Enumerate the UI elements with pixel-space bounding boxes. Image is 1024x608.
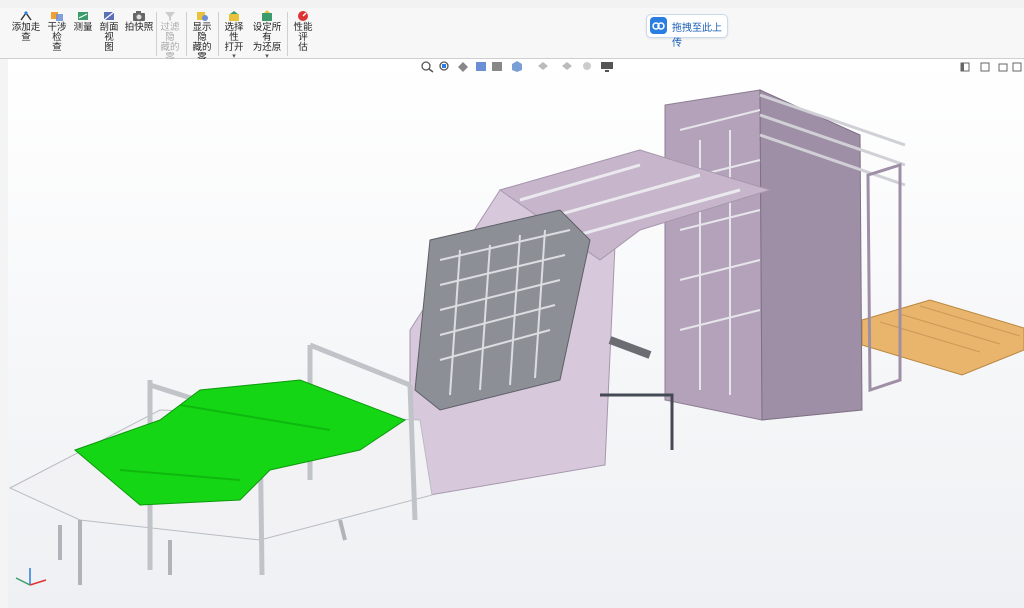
- wood-pallet: [861, 299, 1024, 376]
- cad-machine-model[interactable]: [0, 0, 1024, 608]
- coordinate-triad: [15, 568, 47, 586]
- base-rail: [600, 336, 674, 450]
- stacker-tower: [664, 89, 906, 421]
